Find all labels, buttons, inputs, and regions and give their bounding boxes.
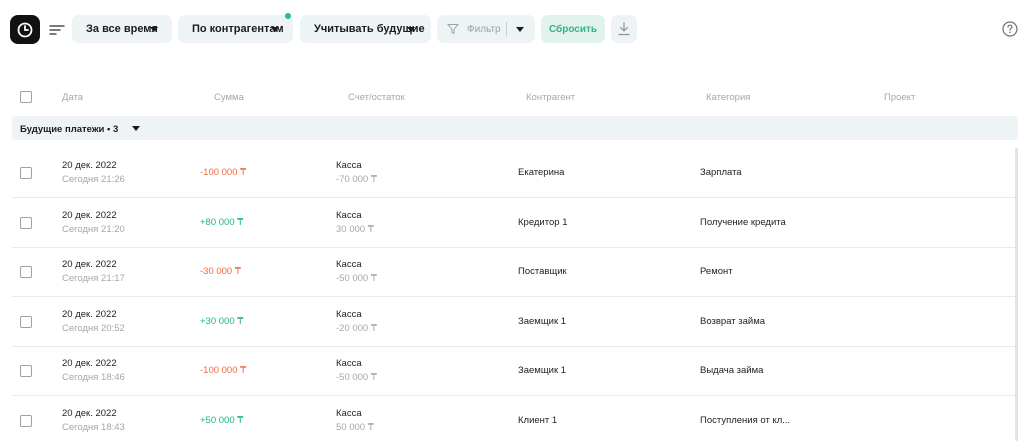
column-header-project[interactable]: Проект	[884, 92, 915, 103]
row-sum: -100 000 ₸	[200, 365, 247, 376]
row-time: Сегодня 18:43	[62, 422, 125, 433]
row-sum: -30 000 ₸	[200, 266, 241, 277]
row-sum: +80 000 ₸	[200, 217, 244, 228]
row-category: Выдача займа	[700, 365, 764, 376]
column-header-sum[interactable]: Сумма	[214, 92, 244, 103]
clock-icon	[17, 22, 33, 37]
download-button[interactable]	[611, 15, 637, 43]
table-row[interactable]: 20 дек. 2022 Сегодня 21:26 -100 000 ₸ Ка…	[12, 148, 1018, 198]
chevron-down-icon	[407, 27, 415, 32]
chevron-down-icon	[271, 27, 279, 32]
row-checkbox[interactable]	[20, 266, 32, 278]
group-label: Будущие платежи • 3	[20, 124, 119, 135]
chevron-down-icon	[516, 27, 524, 32]
row-counterparty: Заемщик 1	[518, 365, 567, 376]
row-date: 20 дек. 2022	[62, 408, 117, 419]
table-row[interactable]: 20 дек. 2022 Сегодня 20:52 +30 000 ₸ Кас…	[12, 297, 1018, 347]
column-header-counterparty[interactable]: Контрагент	[526, 92, 575, 103]
question-icon	[1002, 21, 1018, 37]
row-time: Сегодня 21:17	[62, 273, 125, 284]
row-date: 20 дек. 2022	[62, 259, 117, 270]
chevron-down-icon[interactable]	[132, 126, 140, 131]
row-balance: -20 000 ₸	[336, 323, 377, 334]
row-balance: -50 000 ₸	[336, 372, 377, 383]
table-row[interactable]: 20 дек. 2022 Сегодня 18:43 +50 000 ₸ Кас…	[12, 396, 1018, 441]
column-header-date[interactable]: Дата	[62, 92, 83, 103]
column-header-account[interactable]: Счет/остаток	[348, 92, 405, 103]
row-checkbox[interactable]	[20, 217, 32, 229]
period-label: За все время	[86, 23, 158, 35]
row-checkbox[interactable]	[20, 415, 32, 427]
reset-button[interactable]: Сбросить	[541, 15, 605, 43]
row-counterparty: Поставщик	[518, 266, 567, 277]
filter-label: Фильтр	[467, 24, 501, 35]
chevron-down-icon	[150, 27, 158, 32]
row-category: Поступления от кл...	[700, 415, 791, 426]
group-header-future-payments[interactable]: Будущие платежи • 3	[12, 116, 1018, 140]
row-category: Ремонт	[700, 266, 733, 277]
row-sum: +30 000 ₸	[200, 316, 244, 327]
row-checkbox[interactable]	[20, 167, 32, 179]
row-account: Касса	[336, 309, 362, 320]
row-counterparty: Екатерина	[518, 167, 565, 178]
row-time: Сегодня 20:52	[62, 323, 125, 334]
row-account: Касса	[336, 358, 362, 369]
row-balance: 50 000 ₸	[336, 422, 374, 433]
row-checkbox[interactable]	[20, 365, 32, 377]
filter-divider	[506, 22, 507, 36]
table-row[interactable]: 20 дек. 2022 Сегодня 21:20 +80 000 ₸ Кас…	[12, 198, 1018, 248]
row-time: Сегодня 18:46	[62, 372, 125, 383]
row-category: Получение кредита	[700, 217, 786, 228]
row-account: Касса	[336, 210, 362, 221]
row-counterparty: Заемщик 1	[518, 316, 567, 327]
row-checkbox[interactable]	[20, 316, 32, 328]
table-row[interactable]: 20 дек. 2022 Сегодня 21:17 -30 000 ₸ Кас…	[12, 247, 1018, 297]
row-sum: -100 000 ₸	[200, 167, 247, 178]
table-header: Дата Сумма Счет/остаток Контрагент Катег…	[0, 82, 1024, 112]
future-payments-dropdown[interactable]: Учитывать будущие	[300, 15, 431, 43]
table-row[interactable]: 20 дек. 2022 Сегодня 18:46 -100 000 ₸ Ка…	[12, 346, 1018, 396]
row-balance: -70 000 ₸	[336, 174, 377, 185]
row-date: 20 дек. 2022	[62, 210, 117, 221]
column-header-category[interactable]: Категория	[706, 92, 750, 103]
row-account: Касса	[336, 160, 362, 171]
period-dropdown[interactable]: За все время	[72, 15, 172, 43]
funnel-icon	[447, 24, 459, 35]
grouping-dropdown[interactable]: По контрагентам	[178, 13, 293, 43]
download-icon	[618, 22, 630, 36]
sort-button[interactable]	[45, 15, 69, 44]
select-all-checkbox[interactable]	[20, 91, 32, 103]
row-date: 20 дек. 2022	[62, 160, 117, 171]
row-balance: 30 000 ₸	[336, 224, 374, 235]
toolbar	[10, 15, 69, 44]
reset-label: Сбросить	[548, 23, 598, 35]
help-button[interactable]	[1002, 21, 1018, 37]
row-date: 20 дек. 2022	[62, 309, 117, 320]
row-date: 20 дек. 2022	[62, 358, 117, 369]
vertical-scrollbar[interactable]	[1015, 148, 1018, 441]
active-indicator-dot	[285, 13, 291, 19]
row-sum: +50 000 ₸	[200, 415, 244, 426]
row-counterparty: Клиент 1	[518, 415, 558, 426]
history-view-button[interactable]	[10, 15, 40, 44]
row-account: Касса	[336, 259, 362, 270]
row-time: Сегодня 21:20	[62, 224, 125, 235]
row-balance: -50 000 ₸	[336, 273, 377, 284]
row-time: Сегодня 21:26	[62, 174, 125, 185]
row-category: Зарплата	[700, 167, 742, 178]
sort-lines-icon	[49, 24, 65, 35]
row-account: Касса	[336, 408, 362, 419]
filter-dropdown[interactable]: Фильтр	[437, 15, 535, 43]
row-counterparty: Кредитор 1	[518, 217, 568, 228]
grouping-label: По контрагентам	[192, 23, 284, 35]
row-category: Возврат займа	[700, 316, 766, 327]
